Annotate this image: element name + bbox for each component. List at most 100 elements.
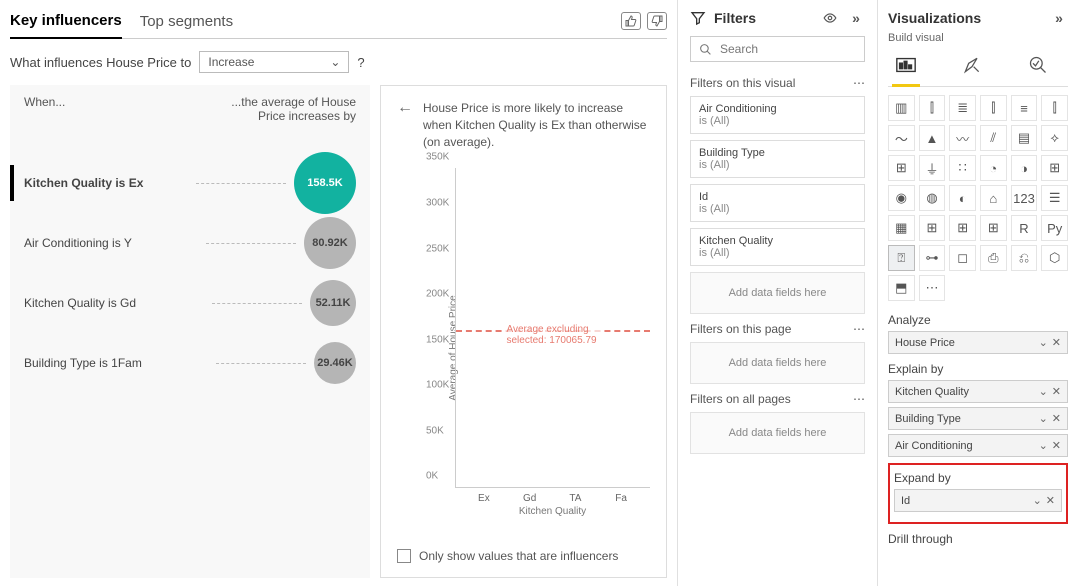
influencer-value-bubble: 158.5K — [294, 152, 356, 214]
field-well[interactable]: Id⌄✕ — [894, 489, 1062, 512]
build-visual-tab[interactable] — [888, 50, 924, 80]
viz-type-icon[interactable]: ⊞ — [888, 155, 915, 181]
viz-type-icon[interactable]: ⫿ — [1041, 95, 1068, 121]
viz-type-icon[interactable]: R — [1011, 215, 1038, 241]
viz-type-icon[interactable]: ⬡ — [1041, 245, 1068, 271]
chevron-down-icon[interactable]: ⌄ — [1039, 385, 1048, 398]
influencer-row[interactable]: Building Type is 1Fam29.46K — [24, 333, 356, 393]
increases-header: ...the average of House Price increases … — [216, 95, 356, 123]
chevron-down-icon[interactable]: ⌄ — [1039, 439, 1048, 452]
thumbs-up-button[interactable] — [621, 12, 641, 30]
direction-dropdown[interactable]: Increase ⌄ — [199, 51, 349, 73]
chevron-down-icon[interactable]: ⌄ — [1033, 494, 1042, 507]
question-prefix: What influences House Price to — [10, 55, 191, 70]
viz-type-icon[interactable]: ◔ — [980, 155, 1007, 181]
chevron-down-icon[interactable]: ⌄ — [1039, 412, 1048, 425]
field-well[interactable]: Building Type⌄✕ — [888, 407, 1068, 430]
viz-type-icon[interactable]: ◍ — [919, 185, 946, 211]
tab-top-segments[interactable]: Top segments — [140, 9, 233, 38]
filter-card[interactable]: Building Typeis (All) — [690, 140, 865, 178]
field-well[interactable]: Air Conditioning⌄✕ — [888, 434, 1068, 457]
x-tick-label: Ex — [478, 493, 490, 504]
analytics-tab[interactable] — [1020, 50, 1056, 80]
viz-type-icon[interactable]: ⌂ — [980, 185, 1007, 211]
remove-field-icon[interactable]: ✕ — [1052, 439, 1061, 452]
thumbs-down-button[interactable] — [647, 12, 667, 30]
viz-type-icon[interactable]: ▲ — [919, 125, 946, 151]
viz-type-icon[interactable]: ⫿ — [980, 95, 1007, 121]
viz-type-icon[interactable]: ⊞ — [1041, 155, 1068, 181]
viz-type-icon[interactable]: 〰 — [949, 125, 976, 151]
influencer-label: Kitchen Quality is Gd — [24, 296, 212, 310]
expand-by-section: Expand by Id⌄✕ — [888, 463, 1068, 524]
visualizations-title: Visualizations — [888, 10, 981, 26]
viz-type-icon[interactable]: ∷ — [949, 155, 976, 181]
viz-type-icon[interactable]: ⊞ — [919, 215, 946, 241]
viz-type-icon[interactable]: ⊞ — [980, 215, 1007, 241]
viz-type-icon[interactable]: ⍰ — [888, 245, 915, 271]
tab-key-influencers[interactable]: Key influencers — [10, 8, 122, 39]
viz-type-icon[interactable]: ◑ — [1011, 155, 1038, 181]
viz-type-icon[interactable]: ◻ — [949, 245, 976, 271]
viz-type-icon[interactable]: ▤ — [1011, 125, 1038, 151]
collapse-filters-icon[interactable]: » — [847, 10, 865, 26]
viz-type-icon[interactable]: ≣ — [949, 95, 976, 121]
viz-type-icon[interactable]: ◉ — [888, 185, 915, 211]
chevron-down-icon[interactable]: ⌄ — [1039, 336, 1048, 349]
add-all-filter[interactable]: Add data fields here — [690, 412, 865, 454]
viz-type-icon[interactable]: ≡ — [1011, 95, 1038, 121]
remove-field-icon[interactable]: ✕ — [1052, 412, 1061, 425]
eye-icon[interactable] — [821, 11, 839, 25]
add-page-filter[interactable]: Add data fields here — [690, 342, 865, 384]
viz-type-icon[interactable]: ▦ — [888, 215, 915, 241]
filter-search-input[interactable]: Search — [690, 36, 865, 62]
field-well[interactable]: House Price⌄✕ — [888, 331, 1068, 354]
only-influencers-checkbox[interactable] — [397, 549, 411, 563]
viz-type-icon[interactable]: ⟡ — [1041, 125, 1068, 151]
add-visual-filter[interactable]: Add data fields here — [690, 272, 865, 314]
viz-type-icon[interactable]: 123 — [1011, 185, 1038, 211]
viz-type-icon[interactable]: ☰ — [1041, 185, 1068, 211]
more-icon[interactable]: ⋯ — [853, 392, 865, 406]
search-icon — [699, 43, 712, 56]
x-tick-label: TA — [569, 493, 581, 504]
viz-type-icon[interactable]: ⫿ — [919, 95, 946, 121]
reference-line: Average excluding selected: 170065.79 — [456, 330, 650, 332]
influencer-row[interactable]: Kitchen Quality is Gd52.11K — [24, 273, 356, 333]
more-icon[interactable]: ⋯ — [853, 322, 865, 336]
chart-panel: ← House Price is more likely to increase… — [380, 85, 667, 578]
influencer-row[interactable]: Kitchen Quality is Ex158.5K — [24, 153, 356, 213]
viz-type-icon[interactable]: ▥ — [888, 95, 915, 121]
viz-type-icon[interactable]: ◐ — [949, 185, 976, 211]
viz-type-icon[interactable]: ⬒ — [888, 275, 915, 301]
filters-visual-header: Filters on this visual — [690, 76, 795, 90]
back-arrow-icon[interactable]: ← — [397, 100, 413, 116]
influencer-row[interactable]: Air Conditioning is Y80.92K — [24, 213, 356, 273]
viz-type-icon[interactable]: ⊶ — [919, 245, 946, 271]
remove-field-icon[interactable]: ✕ — [1046, 494, 1055, 507]
build-visual-label: Build visual — [888, 32, 1068, 44]
format-visual-tab[interactable] — [954, 50, 990, 80]
viz-type-icon[interactable]: ⎙ — [980, 245, 1007, 271]
viz-type-icon[interactable]: ⏚ — [919, 155, 946, 181]
more-icon[interactable]: ⋯ — [853, 76, 865, 90]
viz-type-icon[interactable]: ⊞ — [949, 215, 976, 241]
viz-type-icon[interactable]: ⋯ — [919, 275, 946, 301]
only-influencers-label: Only show values that are influencers — [419, 549, 618, 563]
chevron-down-icon: ⌄ — [330, 55, 340, 69]
x-axis-label: Kitchen Quality — [455, 506, 650, 517]
filters-page-header: Filters on this page — [690, 322, 791, 336]
viz-type-icon[interactable]: ⎌ — [1011, 245, 1038, 271]
viz-type-icon[interactable]: ⫽ — [980, 125, 1007, 151]
filter-card[interactable]: Air Conditioningis (All) — [690, 96, 865, 134]
remove-field-icon[interactable]: ✕ — [1052, 385, 1061, 398]
y-tick-label: 200K — [426, 289, 449, 300]
filter-card[interactable]: Kitchen Qualityis (All) — [690, 228, 865, 266]
collapse-viz-icon[interactable]: » — [1050, 10, 1068, 26]
filter-card[interactable]: Idis (All) — [690, 184, 865, 222]
remove-field-icon[interactable]: ✕ — [1052, 336, 1061, 349]
visualizations-pane: Visualizations » Build visual ▥⫿≣⫿≡⫿〜▲〰⫽… — [878, 0, 1078, 586]
viz-type-icon[interactable]: 〜 — [888, 125, 915, 151]
field-well[interactable]: Kitchen Quality⌄✕ — [888, 380, 1068, 403]
viz-type-icon[interactable]: Py — [1041, 215, 1068, 241]
